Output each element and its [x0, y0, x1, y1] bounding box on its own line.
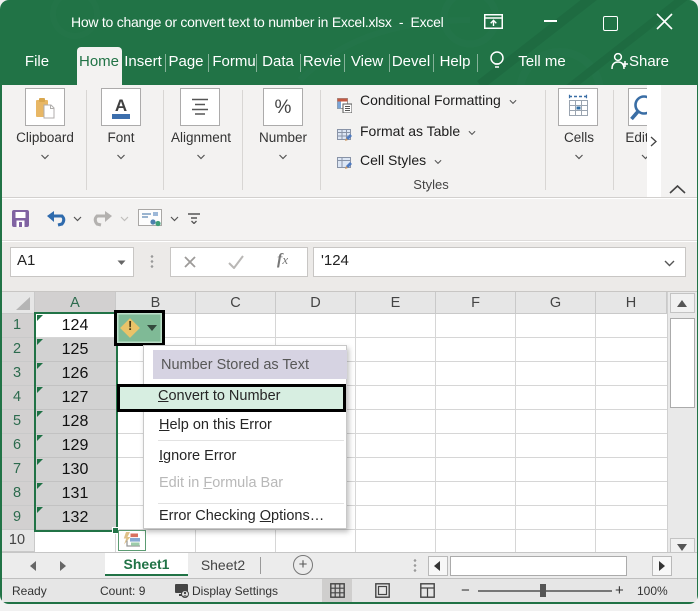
- svg-text:A: A: [115, 96, 127, 115]
